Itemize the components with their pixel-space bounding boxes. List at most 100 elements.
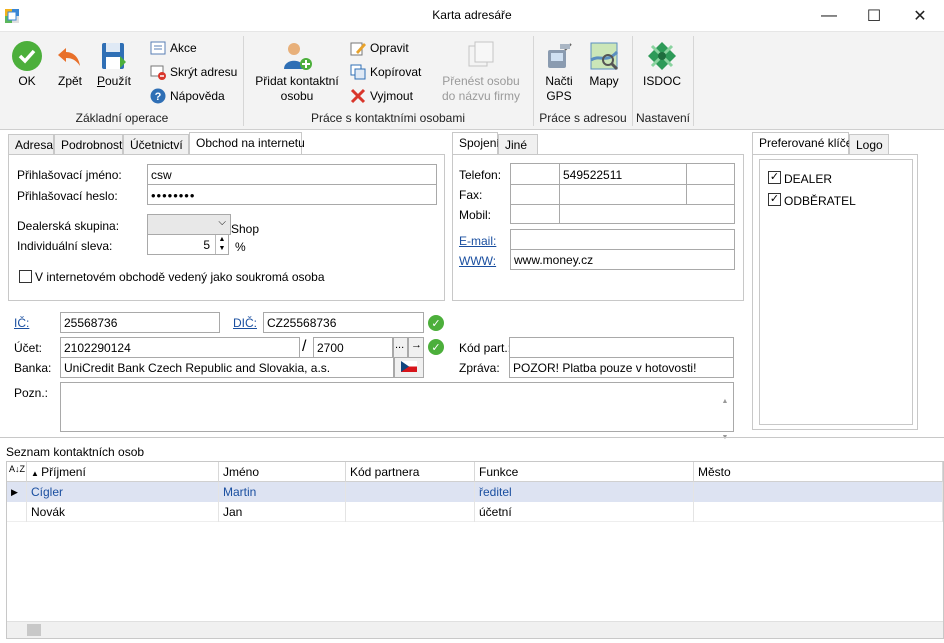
tab-preferred-keys[interactable]: Preferované klíče (752, 132, 852, 154)
tab-accounting[interactable]: Účetnictví (123, 134, 189, 154)
email-input[interactable] (510, 229, 735, 250)
help-button[interactable]: ? Nápověda (150, 85, 240, 107)
tab-details[interactable]: Podrobnosti (54, 134, 125, 154)
bank-input[interactable]: UniCredit Bank Czech Republic and Slovak… (60, 357, 394, 378)
phone-value[interactable]: 549522511 (563, 168, 622, 182)
note-scrollbar[interactable]: ▲▼ (718, 384, 732, 441)
transfer-person-button[interactable]: Přenést osobu do názvu firmy (438, 40, 524, 104)
group-label-contacts: Práce s kontaktními osobami (310, 111, 466, 125)
cell-partner-code (346, 482, 475, 502)
keys-panel: ✓ DEALER ✓ ODBĚRATEL (752, 154, 918, 430)
akce-button[interactable]: Akce (150, 37, 240, 59)
ok-button[interactable]: OK (8, 40, 46, 89)
bank-country-button[interactable] (394, 357, 424, 378)
eshop-panel: Přihlašovací jméno: csw Přihlašovací hes… (8, 154, 445, 301)
maximize-button[interactable]: ☐ (851, 0, 897, 31)
czech-flag-icon (401, 361, 417, 372)
dealer-group-label: Dealerská skupina: (17, 219, 120, 233)
contact-panel: Telefon: Fax: Mobil: 549522511 E-mail: W… (452, 154, 744, 301)
cell-city (694, 482, 943, 502)
email-link[interactable]: E-mail: (459, 234, 496, 248)
login-input[interactable]: csw (147, 164, 437, 185)
col-surname[interactable]: ▲ Příjmení (27, 462, 219, 482)
bank-code-input[interactable]: 2700 (313, 337, 393, 358)
private-person-label: V internetovém obchodě vedený jako soukr… (35, 270, 325, 284)
discount-unit: % (235, 240, 246, 254)
col-function[interactable]: Funkce (475, 462, 694, 482)
divider (0, 437, 944, 438)
ic-link[interactable]: IČ: (14, 316, 29, 330)
www-input[interactable]: www.money.cz (510, 249, 735, 270)
fax-label: Fax: (459, 188, 483, 202)
tab-other[interactable]: Jiné (498, 134, 538, 154)
hide-card-icon (150, 64, 166, 80)
password-label: Přihlašovací heslo: (17, 189, 118, 203)
isdoc-label: ISDOC (642, 74, 681, 88)
private-person-checkbox[interactable] (19, 270, 32, 283)
www-link[interactable]: WWW: (459, 254, 496, 268)
copy-icon (350, 64, 366, 80)
use-button[interactable]: Použít (94, 40, 134, 89)
help-icon: ? (150, 88, 166, 104)
remove-button[interactable]: Vyjmout (350, 85, 440, 107)
tab-address[interactable]: Adresa (8, 134, 54, 154)
note-label: Pozn.: (14, 386, 49, 400)
copy-button[interactable]: Kopírovat (350, 61, 440, 83)
load-gps-button[interactable]: Načti GPS (540, 40, 578, 104)
discount-spinner[interactable]: ▲ ▼ (215, 235, 228, 254)
minimize-button[interactable]: — (806, 0, 852, 31)
dic-link[interactable]: DIČ: (233, 316, 257, 330)
dealer-group-select[interactable]: ⌵ (147, 214, 231, 235)
col-firstname[interactable]: Jméno (219, 462, 346, 482)
col-partner-code[interactable]: Kód partnera (346, 462, 475, 482)
cell-partner-code (346, 502, 475, 522)
transfer-label-1: Přenést osobu (442, 74, 520, 88)
list-icon (150, 40, 166, 56)
scrollbar-thumb[interactable] (27, 624, 41, 636)
table-row[interactable]: ▶ Cígler Martin ředitel (7, 482, 943, 502)
col-city[interactable]: Město (694, 462, 943, 482)
hide-address-label: Skrýt adresu (170, 65, 238, 79)
maps-label: Mapy (589, 74, 619, 88)
cell-surname: Novák (27, 502, 219, 522)
isdoc-button[interactable]: ISDOC (640, 40, 684, 89)
undo-arrow-icon (54, 40, 86, 72)
key-customer-checkbox[interactable]: ✓ (768, 193, 781, 206)
message-input[interactable]: POZOR! Platba pouze v hotovosti! (509, 357, 734, 378)
add-person-icon (281, 40, 313, 72)
add-contact-button[interactable]: Přidat kontaktní osobu (252, 40, 342, 104)
bank-code-go-button[interactable]: → (408, 337, 424, 358)
key-dealer-checkbox[interactable]: ✓ (768, 171, 781, 184)
load-gps-label-1: Načti (545, 74, 573, 88)
dic-input[interactable]: CZ25568736 (263, 312, 424, 333)
tab-connection[interactable]: Spojení (452, 132, 500, 154)
ribbon-separator (693, 36, 694, 126)
hide-address-button[interactable]: Skrýt adresu (150, 61, 240, 83)
close-button[interactable]: ✕ (897, 0, 943, 31)
copy-label: Kopírovat (370, 65, 422, 79)
partner-code-input[interactable] (509, 337, 734, 358)
login-label: Přihlašovací jméno: (17, 168, 122, 182)
sort-az-icon[interactable]: A↓Z (7, 462, 27, 482)
table-row[interactable]: Novák Jan účetní (7, 502, 943, 522)
ic-input[interactable]: 25568736 (60, 312, 220, 333)
note-textarea[interactable] (60, 382, 734, 432)
maps-button[interactable]: Mapy (584, 40, 624, 89)
horizontal-scrollbar[interactable] (7, 621, 943, 638)
back-button[interactable]: Zpět (52, 40, 88, 89)
password-input[interactable]: •••••••• (147, 184, 437, 205)
isdoc-icon (646, 40, 678, 72)
cell-firstname: Jan (219, 502, 346, 522)
ribbon: OK Zpět Použít Akce Skrýt adresu ? Nápov… (0, 32, 944, 130)
grid-line (511, 204, 734, 205)
dealer-group-suffix: Shop (231, 222, 260, 236)
discount-label: Individuální sleva: (17, 239, 113, 253)
help-label: Nápověda (170, 89, 225, 103)
tab-eshop[interactable]: Obchod na internetu (189, 132, 305, 154)
tab-logo[interactable]: Logo (849, 134, 889, 154)
bank-code-browse-button[interactable]: ... (393, 337, 408, 358)
cell-function: ředitel (475, 482, 694, 502)
edit-button[interactable]: Opravit (350, 37, 440, 59)
load-gps-label-2: GPS (546, 89, 572, 103)
account-input[interactable]: 2102290124 (60, 337, 300, 358)
